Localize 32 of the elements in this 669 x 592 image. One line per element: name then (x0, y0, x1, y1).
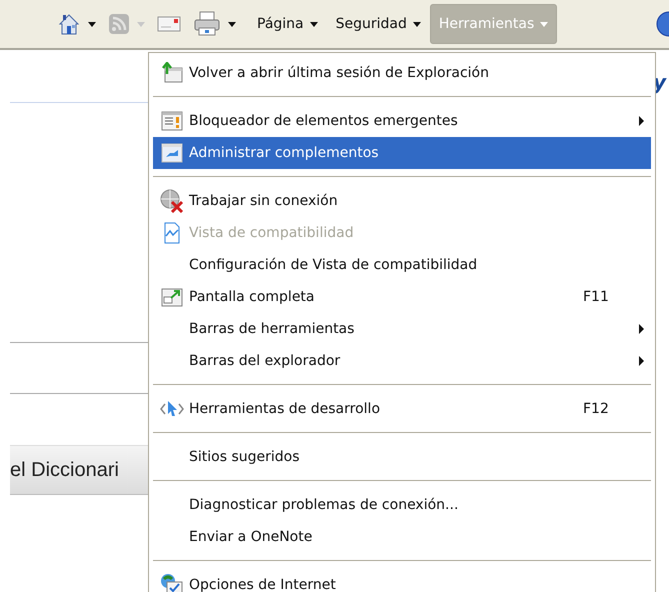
menu-item[interactable]: Enviar a OneNote (153, 521, 651, 553)
menu-item[interactable]: Trabajar sin conexión (153, 185, 651, 217)
code-cursor-icon (160, 399, 184, 419)
broken-page-icon (162, 222, 182, 244)
menu-item[interactable]: Bloqueador de elementos emergentes (153, 105, 651, 137)
window-warning-icon (161, 110, 183, 132)
menu-item[interactable]: Administrar complementos (153, 137, 651, 169)
dropdown-caret-icon[interactable] (88, 22, 96, 26)
home-icon[interactable] (57, 12, 81, 36)
dropdown-caret-icon[interactable] (228, 22, 236, 26)
menu-item[interactable]: Barras de herramientas (153, 313, 651, 345)
menu-item[interactable]: Opciones de Internet (153, 569, 651, 592)
dictionary-button[interactable]: el Diccionari (10, 445, 148, 495)
caret-icon (310, 22, 318, 26)
menu-item[interactable]: Volver a abrir última sesión de Exploración (153, 57, 651, 89)
menu-item[interactable]: Pantalla completa F11 (153, 281, 651, 313)
printer-icon[interactable] (193, 11, 221, 37)
menu-item[interactable]: Configuración de Vista de compatibilidad (153, 249, 651, 281)
window-arrow-icon (161, 62, 183, 84)
window-puzzle-icon (161, 142, 183, 164)
menu-item[interactable]: Herramientas de desarrollo F12 (153, 393, 651, 425)
menu-item[interactable]: Diagnosticar problemas de conexión... (153, 489, 651, 521)
globe-icon[interactable] (655, 11, 669, 37)
caret-icon (412, 22, 421, 26)
menu-button[interactable]: Página (248, 4, 327, 44)
window-expand-icon (161, 286, 183, 308)
menu-button[interactable]: Seguridad (326, 4, 430, 44)
mail-icon[interactable] (157, 15, 181, 33)
menu-item[interactable]: Barras del explorador (153, 345, 651, 377)
caret-icon (540, 22, 548, 26)
globe-x-icon (160, 189, 184, 213)
menu-item[interactable]: Sitios sugeridos (153, 441, 651, 473)
